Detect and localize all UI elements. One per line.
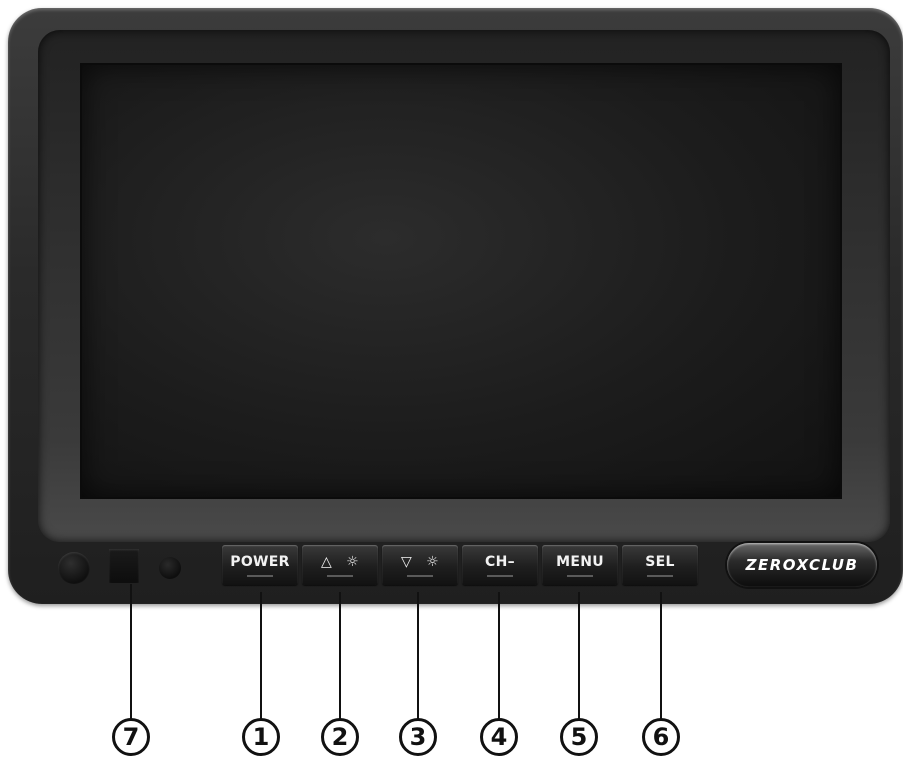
leader-line-3 — [417, 592, 419, 720]
up-arrow-icon: △ — [321, 553, 333, 570]
button-dash — [567, 574, 593, 577]
leader-line-4 — [498, 592, 500, 720]
monitor-diagram: POWER △ ☼ ▽ ☼ CH– MENU SEL ZEROXCLUB 1 2… — [0, 0, 903, 760]
brightness-sun-icon: ☼ — [346, 553, 359, 570]
round-sensor — [58, 552, 90, 584]
callout-3: 3 — [399, 718, 437, 756]
display-screen — [82, 65, 840, 497]
light-sensor — [159, 557, 181, 579]
select-button[interactable]: SEL — [622, 545, 698, 585]
callout-4: 4 — [480, 718, 518, 756]
power-button[interactable]: POWER — [222, 545, 298, 585]
brightness-down-button[interactable]: ▽ ☼ — [382, 545, 458, 585]
leader-line-6 — [660, 592, 662, 720]
button-dash — [247, 574, 273, 577]
channel-button-label: CH– — [485, 553, 515, 570]
control-buttons: POWER △ ☼ ▽ ☼ CH– MENU SEL — [222, 545, 702, 585]
leader-line-5 — [578, 592, 580, 720]
menu-button[interactable]: MENU — [542, 545, 618, 585]
down-arrow-icon: ▽ — [401, 553, 413, 570]
menu-button-label: MENU — [556, 553, 604, 570]
power-button-label: POWER — [230, 553, 290, 570]
ir-receiver — [109, 549, 139, 583]
callout-2: 2 — [321, 718, 359, 756]
callout-1: 1 — [242, 718, 280, 756]
callout-7: 7 — [112, 718, 150, 756]
button-dash — [407, 574, 433, 577]
select-button-label: SEL — [645, 553, 675, 570]
leader-line-1 — [260, 592, 262, 720]
button-dash — [647, 574, 673, 577]
leader-line-7 — [130, 584, 132, 720]
button-dash — [487, 574, 513, 577]
brand-logo-text: ZEROXCLUB — [745, 556, 859, 574]
channel-button[interactable]: CH– — [462, 545, 538, 585]
brightness-sun-icon: ☼ — [426, 553, 439, 570]
callout-6: 6 — [642, 718, 680, 756]
brand-logo: ZEROXCLUB — [727, 543, 877, 587]
leader-line-2 — [339, 592, 341, 720]
callout-5: 5 — [560, 718, 598, 756]
brightness-up-button[interactable]: △ ☼ — [302, 545, 378, 585]
button-dash — [327, 574, 353, 577]
